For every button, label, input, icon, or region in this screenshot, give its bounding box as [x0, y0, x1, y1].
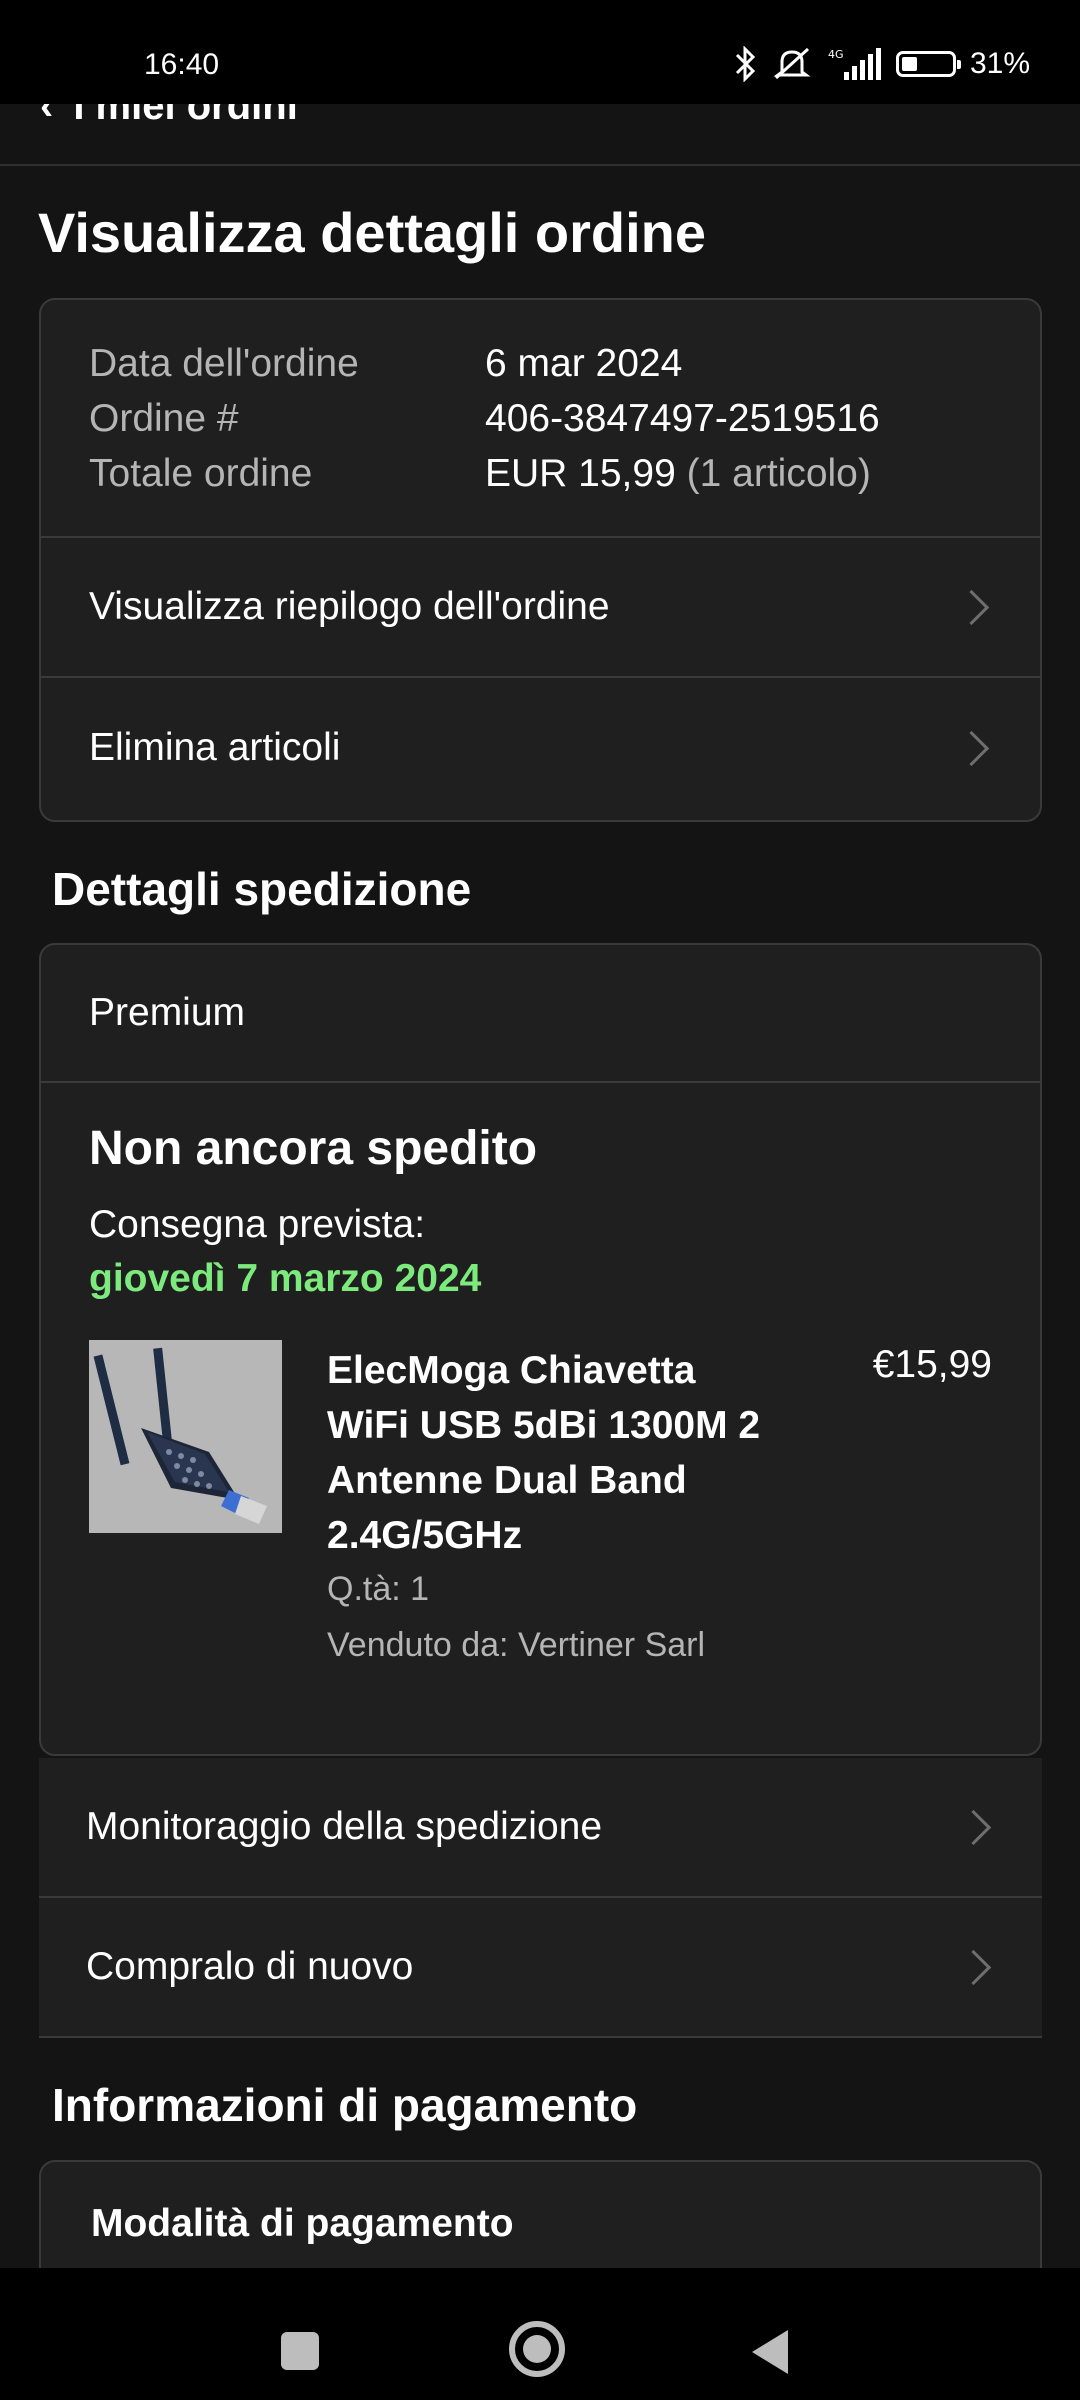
- chevron-right-icon: [953, 730, 990, 766]
- shipment-status: Non ancora spedito: [89, 1122, 538, 1175]
- divider: [39, 2036, 1042, 2038]
- shipment-card: Premium Non ancora spedito Consegna prev…: [39, 943, 1042, 1756]
- product-seller: Venduto da: Vertiner Sarl: [327, 1626, 706, 1664]
- recents-button[interactable]: [281, 2332, 319, 2370]
- delivery-label: Consegna prevista:: [89, 1203, 426, 1246]
- status-time: 16:40: [144, 48, 220, 81]
- shipping-service: Premium: [41, 945, 1040, 1083]
- status-bar: 16:40 4G 31%: [0, 0, 1080, 104]
- order-number-row: Ordine # 406-3847497-2519516: [89, 391, 992, 446]
- order-item-count: (1 articolo): [686, 452, 871, 495]
- page-title: Visualizza dettagli ordine: [38, 201, 707, 264]
- bluetooth-icon: [734, 46, 758, 82]
- payment-method-label: Modalità di pagamento: [91, 2202, 514, 2245]
- order-date-label: Data dell'ordine: [89, 342, 359, 385]
- battery-icon: [895, 51, 961, 77]
- order-number-label: Ordine #: [89, 397, 239, 440]
- product-quantity: Q.tà: 1: [327, 1570, 430, 1608]
- product-image[interactable]: [89, 1340, 282, 1533]
- order-info-grid: Data dell'ordine 6 mar 2024 Ordine # 406…: [41, 300, 1040, 538]
- chevron-right-icon: [955, 1949, 992, 1985]
- payment-section-title: Informazioni di pagamento: [52, 2079, 638, 2131]
- order-total-row: Totale ordine EUR 15,99 (1 articolo): [89, 446, 992, 501]
- back-label: I miei ordini: [73, 104, 298, 128]
- chevron-right-icon: [955, 1809, 992, 1845]
- mute-icon: [772, 46, 812, 82]
- delivery-date: giovedì 7 marzo 2024: [89, 1257, 482, 1300]
- delete-items-label: Elimina articoli: [89, 726, 341, 769]
- payment-card: Modalità di pagamento: [39, 2160, 1042, 2280]
- order-date-row: Data dell'ordine 6 mar 2024: [89, 336, 992, 391]
- order-total-value-wrap: EUR 15,99 (1 articolo): [485, 446, 871, 501]
- back-triangle-button[interactable]: [752, 2330, 788, 2374]
- product-title[interactable]: ElecMoga Chiavetta WiFi USB 5dBi 1300M 2…: [327, 1343, 767, 1563]
- view-order-summary-link[interactable]: Visualizza riepilogo dell'ordine: [41, 538, 1040, 676]
- back-button[interactable]: ‹ I miei ordini: [40, 104, 298, 129]
- signal-icon: 4G: [826, 46, 882, 82]
- delete-items-link[interactable]: Elimina articoli: [41, 676, 1040, 818]
- order-info-card: Data dell'ordine 6 mar 2024 Ordine # 406…: [39, 298, 1042, 822]
- buy-again-label: Compralo di nuovo: [86, 1945, 414, 1988]
- order-date-value: 6 mar 2024: [485, 342, 683, 385]
- track-shipment-label: Monitoraggio della spedizione: [86, 1805, 603, 1848]
- chevron-left-icon: ‹: [40, 104, 54, 128]
- buy-again-link[interactable]: Compralo di nuovo: [39, 1898, 1042, 2036]
- shipment-actions: Monitoraggio della spedizione Compralo d…: [39, 1758, 1042, 2038]
- home-button[interactable]: [509, 2321, 565, 2377]
- battery-percent: 31%: [969, 47, 1030, 80]
- track-shipment-link[interactable]: Monitoraggio della spedizione: [39, 1758, 1042, 1896]
- chevron-right-icon: [953, 589, 990, 625]
- order-total-value: EUR 15,99: [485, 452, 676, 495]
- system-navigation-bar: [0, 2268, 1080, 2400]
- order-number-value: 406-3847497-2519516: [485, 397, 880, 440]
- battery-level: [901, 57, 917, 71]
- status-icons: 4G 31%: [734, 46, 1030, 82]
- header-bar: ‹ I miei ordini: [0, 104, 1080, 166]
- view-order-summary-label: Visualizza riepilogo dell'ordine: [89, 585, 610, 628]
- order-total-label: Totale ordine: [89, 452, 313, 495]
- network-type: 4G: [828, 48, 844, 61]
- shipping-section-title: Dettagli spedizione: [52, 863, 472, 915]
- usb-adapter-illustration: [89, 1340, 282, 1533]
- product-price: €15,99: [872, 1343, 992, 1386]
